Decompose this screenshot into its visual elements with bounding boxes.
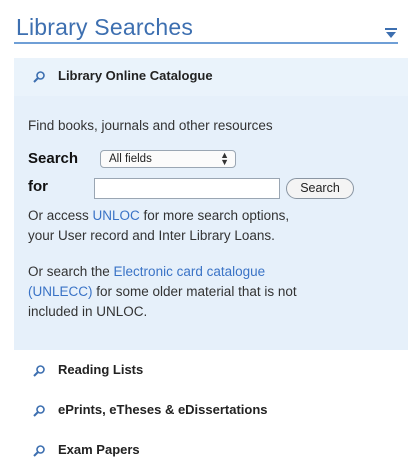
chevron-down-icon[interactable] — [384, 26, 398, 38]
catalogue-panel: Find books, journals and other resources… — [14, 96, 408, 350]
card-text-suffix: for some older material that is not — [92, 284, 297, 299]
section-reading-lists[interactable]: Reading Lists — [14, 352, 408, 390]
for-label: for — [28, 178, 48, 195]
search-icon — [32, 70, 46, 84]
search-input[interactable] — [94, 178, 280, 199]
access-text-prefix: Or access — [28, 208, 93, 223]
search-icon — [32, 444, 46, 458]
card-text-line3: included in UNLOC. — [28, 304, 148, 319]
search-label: Search — [28, 150, 79, 167]
unlecc-link[interactable]: (UNLECC) — [28, 284, 93, 299]
search-icon — [32, 364, 46, 378]
access-text-line2: your User record and Inter Library Loans… — [28, 228, 275, 243]
section-eprints[interactable]: ePrints, eTheses & eDissertations — [14, 392, 408, 430]
section-label: ePrints, eTheses & eDissertations — [58, 402, 268, 417]
card-catalogue-text: Or search the Electronic card catalogue … — [28, 262, 398, 322]
card-text-prefix: Or search the — [28, 264, 114, 279]
access-text-suffix: for more search options, — [139, 208, 290, 223]
unloc-link[interactable]: UNLOC — [93, 208, 140, 223]
select-arrows-icon: ▲ ▼ — [220, 150, 229, 167]
access-text: Or access UNLOC for more search options,… — [28, 206, 398, 246]
section-label: Exam Papers — [58, 442, 140, 457]
widget-title: Library Searches — [16, 14, 194, 40]
section-exam-papers[interactable]: Exam Papers — [14, 432, 408, 468]
search-field-select[interactable]: All fields ▲ ▼ — [100, 150, 236, 168]
search-icon — [32, 404, 46, 418]
search-button[interactable]: Search — [286, 178, 354, 199]
search-field-selected: All fields — [109, 153, 152, 165]
section-library-online-catalogue[interactable]: Library Online Catalogue — [14, 58, 408, 96]
section-label: Library Online Catalogue — [58, 68, 213, 83]
electronic-card-catalogue-link[interactable]: Electronic card catalogue — [114, 264, 266, 279]
catalogue-description: Find books, journals and other resources — [28, 118, 273, 133]
widget-header: Library Searches — [14, 14, 398, 44]
section-label: Reading Lists — [58, 362, 144, 377]
